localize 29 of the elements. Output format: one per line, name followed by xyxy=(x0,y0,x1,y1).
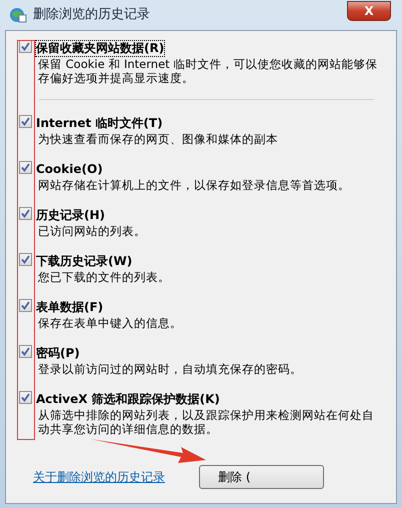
window-title: 删除浏览的历史记录 xyxy=(33,6,150,24)
checkbox[interactable] xyxy=(19,40,32,53)
option-label[interactable]: ActiveX 筛选和跟踪保护数据(K) xyxy=(36,392,220,407)
checkbox[interactable] xyxy=(19,253,32,266)
checkbox[interactable] xyxy=(19,345,32,358)
option-label[interactable]: 表单数据(F) xyxy=(36,300,104,315)
option-description: 为快速查看而保存的网页、图像和媒体的副本 xyxy=(37,132,278,146)
checkbox[interactable] xyxy=(19,299,32,312)
option-description: 保存在表单中键入的信息。 xyxy=(37,316,182,330)
checkbox[interactable] xyxy=(19,115,32,128)
checkbox[interactable] xyxy=(19,207,32,220)
option-description: 保留 Cookie 和 Internet 临时文件，可以使您收藏的网站能够保存偏好选项并提高显示速度。 xyxy=(37,57,378,85)
option-label[interactable]: Cookie(O) xyxy=(36,162,103,177)
option-label[interactable]: 密码(P) xyxy=(36,346,80,361)
option-description: 登录以前访问过的网站时，自动填充保存的密码。 xyxy=(37,362,302,376)
browser-history-icon xyxy=(9,7,27,23)
checkbox[interactable] xyxy=(19,161,32,174)
option-description: 您已下载的文件的列表。 xyxy=(37,270,170,284)
option-label[interactable]: 历史记录(H) xyxy=(36,208,106,223)
option-description: 网站存储在计算机上的文件，以保存如登录信息等首选项。 xyxy=(37,178,350,192)
option-label[interactable]: 保留收藏夹网站数据(R) xyxy=(36,41,164,56)
option-label[interactable]: 下载历史记录(W) xyxy=(36,254,132,269)
option-label[interactable]: Internet 临时文件(T) xyxy=(36,116,163,131)
checkbox[interactable] xyxy=(19,391,32,404)
delete-button[interactable]: 删除 ( xyxy=(199,465,324,489)
help-link[interactable]: 关于删除浏览的历史记录 xyxy=(33,468,165,486)
close-button[interactable]: X xyxy=(347,1,391,21)
option-description: 已访问网站的列表。 xyxy=(37,224,146,238)
option-description: 从筛选中排除的网站列表，以及跟踪保护用来检测网站在何处自动共享您访问的详细信息的数据。 xyxy=(37,408,375,436)
